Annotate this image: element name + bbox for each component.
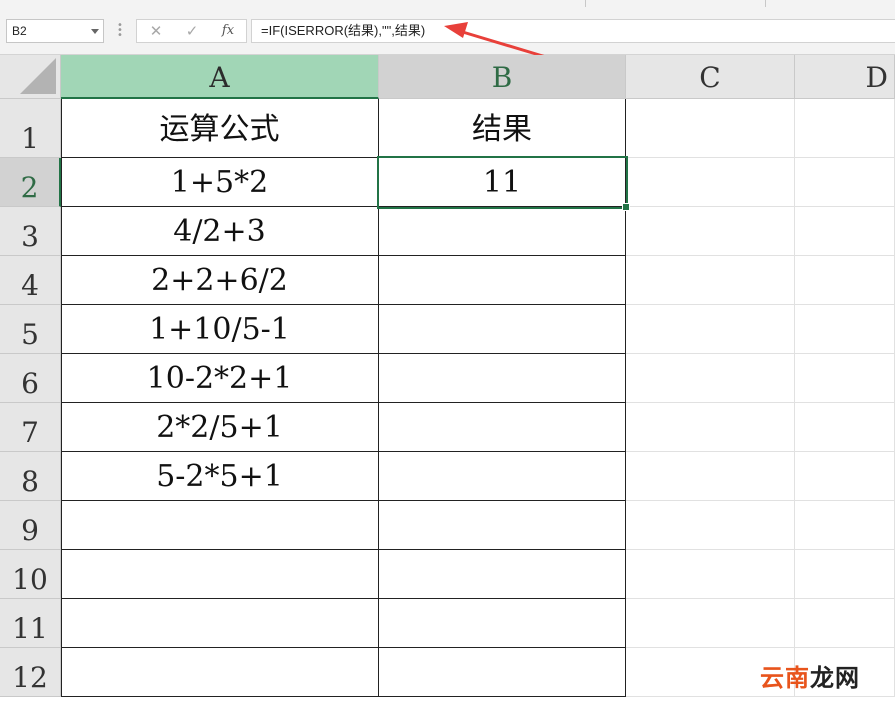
cell-b9[interactable] — [379, 501, 626, 550]
name-box[interactable]: B2 — [6, 19, 104, 43]
cell-a3[interactable]: 4/2+3 — [61, 207, 379, 256]
cell-a8[interactable]: 5-2*5+1 — [61, 452, 379, 501]
row-header-11[interactable]: 11 — [0, 599, 61, 648]
table-border — [61, 402, 626, 403]
spreadsheet-grid: A B C D 1 2 3 4 5 6 7 8 9 10 11 12 运算公式 … — [0, 55, 895, 706]
cell-c1[interactable] — [626, 99, 795, 158]
row-header-3[interactable]: 3 — [0, 207, 61, 256]
table-border — [61, 304, 626, 305]
cell-a9[interactable] — [61, 501, 379, 550]
cell-b7[interactable] — [379, 403, 626, 452]
ribbon-divider — [765, 0, 766, 7]
cell-d4[interactable] — [795, 256, 895, 305]
cell-b11[interactable] — [379, 599, 626, 648]
cell-a11[interactable] — [61, 599, 379, 648]
fill-handle[interactable] — [622, 203, 630, 211]
row-header-8[interactable]: 8 — [0, 452, 61, 501]
table-border — [61, 696, 626, 697]
cell-d11[interactable] — [795, 599, 895, 648]
cell-a6[interactable]: 10-2*2+1 — [61, 354, 379, 403]
name-box-value: B2 — [12, 24, 27, 38]
cell-d3[interactable] — [795, 207, 895, 256]
cell-b1[interactable]: 结果 — [379, 99, 626, 158]
row-header-9[interactable]: 9 — [0, 501, 61, 550]
table-border — [61, 451, 626, 452]
cell-c7[interactable] — [626, 403, 795, 452]
row-header-7[interactable]: 7 — [0, 403, 61, 452]
cell-c4[interactable] — [626, 256, 795, 305]
cell-a5[interactable]: 1+10/5-1 — [61, 305, 379, 354]
column-header-c[interactable]: C — [626, 55, 795, 99]
formula-input[interactable]: =IF(ISERROR(结果),"",结果) — [251, 19, 895, 43]
select-all-button[interactable] — [0, 55, 61, 99]
cell-c8[interactable] — [626, 452, 795, 501]
cell-c2[interactable] — [626, 158, 795, 207]
cell-b8[interactable] — [379, 452, 626, 501]
table-border — [61, 500, 626, 501]
cell-a7[interactable]: 2*2/5+1 — [61, 403, 379, 452]
cell-a12[interactable] — [61, 648, 379, 697]
cell-d2[interactable] — [795, 158, 895, 207]
cell-b4[interactable] — [379, 256, 626, 305]
close-icon[interactable]: ✕ — [139, 20, 173, 42]
cell-a4[interactable]: 2+2+6/2 — [61, 256, 379, 305]
row-header-4[interactable]: 4 — [0, 256, 61, 305]
cell-c10[interactable] — [626, 550, 795, 599]
cell-b5[interactable] — [379, 305, 626, 354]
cell-c9[interactable] — [626, 501, 795, 550]
row-header-1[interactable]: 1 — [0, 99, 61, 158]
formula-buttons: ✕ ✓ fx — [136, 19, 247, 43]
check-icon[interactable]: ✓ — [175, 20, 209, 42]
cell-b10[interactable] — [379, 550, 626, 599]
cell-selection-box — [377, 156, 628, 209]
row-header-5[interactable]: 5 — [0, 305, 61, 354]
cell-c11[interactable] — [626, 599, 795, 648]
table-border — [61, 353, 626, 354]
ribbon-divider — [585, 0, 586, 7]
table-border — [61, 99, 62, 697]
cell-d10[interactable] — [795, 550, 895, 599]
row-header-12[interactable]: 12 — [0, 648, 61, 697]
cell-b12[interactable] — [379, 648, 626, 697]
cell-d5[interactable] — [795, 305, 895, 354]
table-border — [61, 255, 626, 256]
row-header-2[interactable]: 2 — [0, 158, 61, 207]
cell-b3[interactable] — [379, 207, 626, 256]
table-border — [61, 598, 626, 599]
cell-d6[interactable] — [795, 354, 895, 403]
row-header-6[interactable]: 6 — [0, 354, 61, 403]
cell-a2[interactable]: 1+5*2 — [61, 158, 379, 207]
column-header-d[interactable]: D — [795, 55, 895, 99]
column-header-a[interactable]: A — [61, 55, 379, 99]
cell-c6[interactable] — [626, 354, 795, 403]
table-border — [61, 647, 626, 648]
formula-bar-area: B2 • • • ✕ ✓ fx =IF(ISERROR(结果),"",结果) — [0, 8, 895, 59]
insert-function-button[interactable]: fx — [211, 20, 245, 42]
cell-d1[interactable] — [795, 99, 895, 158]
cell-b6[interactable] — [379, 354, 626, 403]
column-header-b[interactable]: B — [379, 55, 626, 99]
watermark-logo: 云南龙网 — [760, 664, 860, 692]
cell-a1[interactable]: 运算公式 — [61, 99, 379, 158]
more-dots-icon[interactable]: • • • — [117, 21, 123, 41]
cell-a10[interactable] — [61, 550, 379, 599]
table-border — [61, 549, 626, 550]
cell-c5[interactable] — [626, 305, 795, 354]
cell-d7[interactable] — [795, 403, 895, 452]
row-header-10[interactable]: 10 — [0, 550, 61, 599]
cell-c3[interactable] — [626, 207, 795, 256]
annotation-arrow-icon — [444, 22, 547, 59]
cell-d9[interactable] — [795, 501, 895, 550]
chevron-down-icon[interactable] — [91, 29, 99, 34]
cell-d8[interactable] — [795, 452, 895, 501]
